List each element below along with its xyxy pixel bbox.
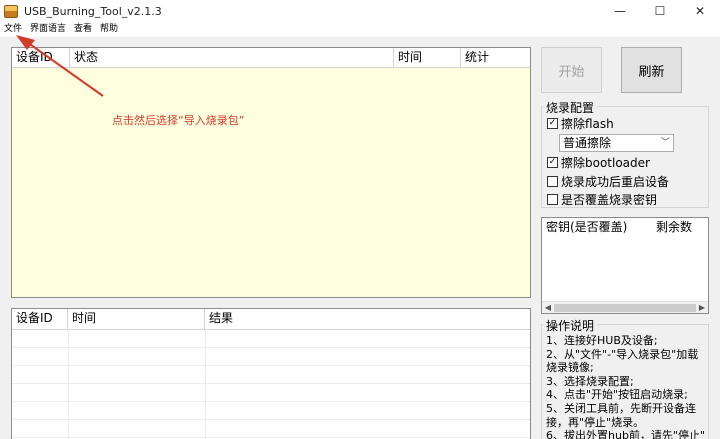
instruction-line: 2、从"文件"-"导入烧录包"加载烧录镜像; <box>546 347 699 375</box>
col-log-device-id[interactable]: 设备ID <box>12 309 68 329</box>
scroll-left-icon[interactable]: ◀ <box>542 302 554 314</box>
menu-help[interactable]: 帮助 <box>96 22 122 37</box>
instruction-line: 5、关闭工具前，先断开设备连接，再"停止"烧录。 <box>546 401 696 429</box>
log-table[interactable]: 设备ID 时间 结果 <box>11 308 531 439</box>
instructions-text: 1、连接好HUB及设备; 2、从"文件"-"导入烧录包"加载烧录镜像; 3、选择… <box>546 334 708 439</box>
log-table-header: 设备ID 时间 结果 <box>12 309 530 330</box>
col-log-result[interactable]: 结果 <box>205 309 530 329</box>
menu-file[interactable]: 文件 <box>0 22 26 37</box>
horizontal-scrollbar[interactable]: ◀ ▶ <box>542 301 708 313</box>
col-log-time[interactable]: 时间 <box>68 309 205 329</box>
overwrite-key-box[interactable] <box>547 194 558 205</box>
instruction-line: 4、点击"开始"按钮启动烧录; <box>546 388 688 402</box>
erase-bootloader-checkbox[interactable]: ✓ 擦除bootloader <box>547 154 650 171</box>
title-bar: USB_Burning_Tool_v2.1.3 — ☐ ✕ <box>0 0 720 22</box>
instruction-line: 3、选择烧录配置; <box>546 374 634 388</box>
scroll-right-icon[interactable]: ▶ <box>696 302 708 314</box>
maximize-button[interactable]: ☐ <box>640 0 680 22</box>
minimize-button[interactable]: — <box>600 0 640 22</box>
erase-mode-value: 普通擦除 <box>563 136 612 150</box>
col-key[interactable]: 密钥(是否覆盖) <box>542 218 652 236</box>
erase-bootloader-label: 擦除bootloader <box>561 156 650 170</box>
col-time[interactable]: 时间 <box>394 48 461 68</box>
col-device-id[interactable]: 设备ID <box>12 48 70 68</box>
refresh-button[interactable]: 刷新 <box>621 47 682 93</box>
reboot-after-checkbox[interactable]: 烧录成功后重启设备 <box>547 173 669 190</box>
instruction-line: 1、连接好HUB及设备; <box>546 334 658 347</box>
instruction-line: 6、拔出外置hub前，请先"停止" <box>546 429 706 439</box>
menu-view[interactable]: 查看 <box>70 22 96 37</box>
scroll-thumb[interactable] <box>554 304 696 312</box>
erase-flash-checkbox[interactable]: ✓ 擦除flash <box>547 115 614 132</box>
reboot-after-box[interactable] <box>547 176 558 187</box>
instructions-title: 操作说明 <box>543 317 598 334</box>
close-button[interactable]: ✕ <box>680 0 720 22</box>
col-status[interactable]: 状态 <box>70 48 394 68</box>
device-table[interactable]: 设备ID 状态 时间 统计 点击然后选择“导入烧录包” <box>11 47 531 298</box>
log-table-body <box>12 330 530 439</box>
overwrite-key-label: 是否覆盖烧录密钥 <box>561 193 658 207</box>
menu-bar: 文件 界面语言 查看 帮助 <box>0 22 720 37</box>
device-table-header: 设备ID 状态 时间 统计 <box>12 48 530 68</box>
key-list[interactable]: 密钥(是否覆盖) 剩余数 ◀ ▶ <box>541 217 709 314</box>
key-list-header: 密钥(是否覆盖) 剩余数 <box>542 218 708 236</box>
start-button[interactable]: 开始 <box>541 47 602 93</box>
device-table-body: 点击然后选择“导入烧录包” <box>12 68 530 297</box>
erase-bootloader-check-icon[interactable]: ✓ <box>547 157 558 168</box>
app-icon <box>4 4 18 18</box>
erase-flash-check-icon[interactable]: ✓ <box>547 118 558 129</box>
menu-language[interactable]: 界面语言 <box>26 22 70 37</box>
annotation-text: 点击然后选择“导入烧录包” <box>112 114 245 127</box>
window-title: USB_Burning_Tool_v2.1.3 <box>24 4 162 18</box>
erase-mode-select[interactable]: 普通擦除 ﹀ <box>559 134 674 152</box>
overwrite-key-checkbox[interactable]: 是否覆盖烧录密钥 <box>547 191 657 208</box>
chevron-down-icon: ﹀ <box>660 138 670 148</box>
burn-config-title: 烧录配置 <box>543 99 598 116</box>
col-stats[interactable]: 统计 <box>461 48 530 68</box>
erase-flash-label: 擦除flash <box>561 117 614 131</box>
reboot-after-label: 烧录成功后重启设备 <box>561 175 670 189</box>
col-remaining[interactable]: 剩余数 <box>652 218 692 236</box>
